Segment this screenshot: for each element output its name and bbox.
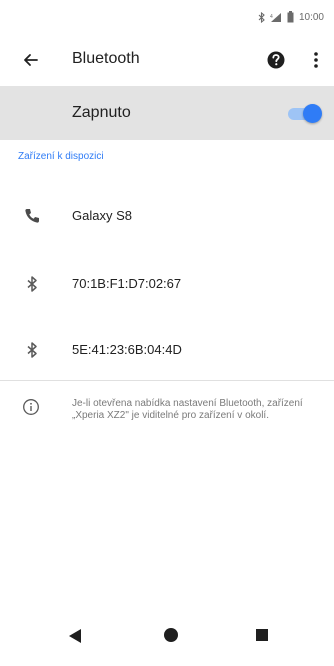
navigation-bar (0, 614, 334, 666)
more-vert-icon[interactable] (306, 50, 326, 70)
nav-home-icon[interactable] (164, 628, 178, 642)
device-name: 70:1B:F1:D7:02:67 (72, 276, 182, 291)
divider (0, 380, 334, 381)
bluetooth-toggle-row[interactable]: Zapnuto (0, 86, 334, 140)
battery-icon (287, 11, 294, 23)
device-name: 5E:41:23:6B:04:4D (72, 342, 182, 357)
device-item[interactable]: 5E:41:23:6B:04:4D (0, 324, 334, 376)
status-time: 10:00 (298, 11, 324, 23)
bluetooth-icon (258, 11, 265, 23)
app-bar: Bluetooth (0, 34, 334, 86)
info-text: Je-li otevřena nabídka nastavení Bluetoo… (72, 398, 303, 421)
bluetooth-icon (22, 340, 42, 360)
device-name: Galaxy S8 (72, 208, 132, 223)
bluetooth-switch[interactable] (286, 104, 322, 123)
nav-recents-icon[interactable] (256, 629, 268, 641)
device-item[interactable]: Galaxy S8 (0, 190, 334, 242)
toggle-label: Zapnuto (72, 104, 131, 121)
back-arrow-icon[interactable] (20, 49, 42, 71)
help-icon[interactable] (266, 50, 286, 70)
device-item[interactable]: 70:1B:F1:D7:02:67 (0, 258, 334, 310)
nav-back-icon[interactable] (68, 628, 82, 644)
svg-text:4: 4 (270, 14, 273, 20)
info-icon (22, 398, 40, 416)
page-title: Bluetooth (72, 50, 140, 67)
switch-thumb (303, 104, 322, 123)
status-bar: 4 10:00 (0, 0, 334, 34)
phone-icon (22, 206, 42, 226)
bluetooth-icon (22, 274, 42, 294)
cell-signal-icon: 4 (270, 12, 282, 23)
section-header-available: Zařízení k dispozici (18, 151, 104, 162)
